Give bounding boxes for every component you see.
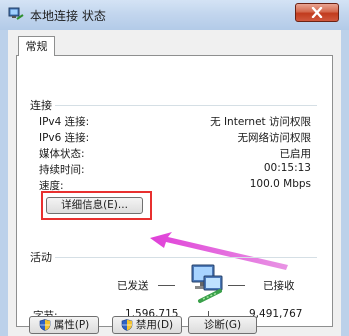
received-label: 已接收 [263,280,295,292]
sent-dash [158,285,175,286]
activity-group-divider [55,257,317,258]
ipv6-value: 无网络访问权限 [237,132,312,144]
disable-button-label: 禁用(D) [135,319,174,331]
tab-general[interactable]: 常规 [18,36,55,56]
window-title: 本地连接 状态 [30,9,106,23]
media-state-value: 已启用 [279,148,312,160]
ipv6-label: IPv6 连接: [39,132,90,144]
uac-shield-icon [39,319,51,331]
network-computers-icon [191,264,223,303]
ipv4-label: IPv4 连接: [39,116,90,128]
tab-panel-general: 连接 IPv4 连接: 无 Internet 访问权限 IPv6 连接: 无网络… [16,55,333,327]
connection-group-divider [55,105,317,106]
duration-value: 00:15:13 [263,162,311,174]
properties-button[interactable]: 属性(P) [29,316,99,334]
activity-group-heading: 活动 [30,251,52,264]
dialog-client-area: 常规 连接 IPv4 连接: 无 Internet 访问权限 IPv6 连接: … [8,30,341,336]
uac-shield-icon [121,319,133,331]
window-frame-right [341,30,349,336]
disable-button[interactable]: 禁用(D) [112,316,182,334]
duration-label: 持续时间: [39,164,85,176]
bytes-received-value: 9,491,767 [249,308,303,320]
diagnose-button[interactable]: 诊断(G) [188,316,257,334]
received-dash [228,285,245,286]
close-icon [311,7,323,18]
network-connection-icon [8,7,24,20]
connection-group-heading: 连接 [30,99,52,112]
sent-label: 已发送 [117,280,149,292]
media-state-label: 媒体状态: [39,148,85,160]
close-button[interactable] [295,3,339,22]
ipv4-value: 无 Internet 访问权限 [210,116,311,128]
properties-button-label: 属性(P) [53,319,90,331]
red-highlight-box [41,191,152,220]
title-bar: 本地连接 状态 [0,0,349,30]
diagnose-button-label: 诊断(G) [203,319,242,331]
window-frame-left [0,30,8,336]
speed-value: 100.0 Mbps [249,178,311,190]
